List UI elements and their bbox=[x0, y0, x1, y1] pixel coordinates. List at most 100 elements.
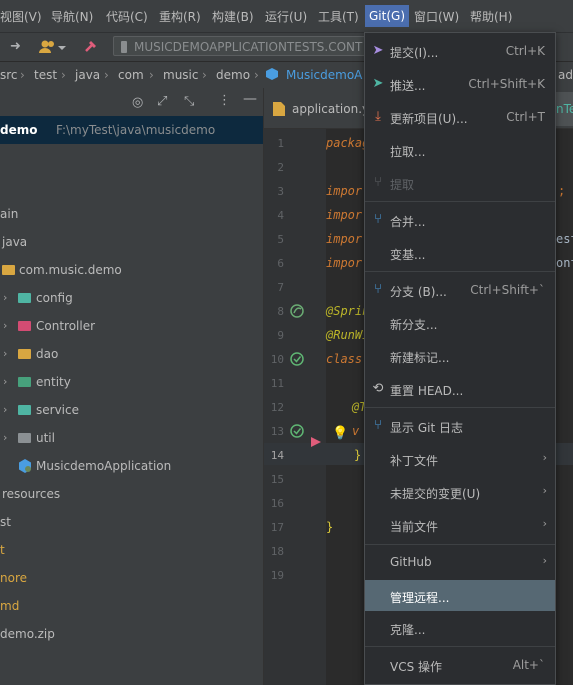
chevron-right-icon[interactable]: › bbox=[3, 291, 7, 304]
menu-help[interactable]: 帮助(H) bbox=[470, 8, 512, 25]
locate-icon[interactable]: ◎ bbox=[132, 95, 143, 110]
tree-item[interactable]: › config bbox=[0, 284, 263, 312]
tree-item-label: nore bbox=[0, 571, 27, 585]
menu-item-branches[interactable]: ⑂ 分支 (B)... Ctrl+Shift+` bbox=[365, 275, 555, 305]
menu-item-clone[interactable]: 克隆... bbox=[365, 613, 555, 643]
breadcrumb-src[interactable]: src bbox=[0, 68, 18, 82]
line-number: 16 bbox=[270, 497, 284, 510]
commit-icon: ➤ bbox=[372, 43, 384, 58]
line-number: 17 bbox=[270, 521, 284, 534]
menu-item-commit[interactable]: ➤ 提交(I)... Ctrl+K bbox=[365, 36, 555, 66]
chevron-right-icon[interactable]: › bbox=[3, 431, 7, 444]
tree-item-label: config bbox=[36, 291, 73, 305]
menu-build[interactable]: 构建(B) bbox=[212, 8, 254, 25]
log-icon: ⑂ bbox=[374, 418, 382, 433]
menu-item-vcs-operations[interactable]: VCS 操作 Alt+` bbox=[365, 650, 555, 680]
run-config-label: MUSICDEMOAPPLICATIONTESTS.CONT bbox=[134, 40, 363, 54]
menu-separator bbox=[365, 271, 555, 272]
menu-item-manage-remotes[interactable]: 管理远程... bbox=[365, 580, 555, 611]
tab-label: nTe bbox=[556, 102, 573, 116]
menu-code[interactable]: 代码(C) bbox=[106, 8, 148, 25]
menu-item-github[interactable]: GitHub › bbox=[365, 547, 555, 577]
tab-application-yml[interactable]: application.y bbox=[264, 92, 369, 126]
menu-item-current-file[interactable]: 当前文件 › bbox=[365, 510, 555, 540]
push-icon: ➤ bbox=[372, 76, 384, 91]
menu-item-new-branch[interactable]: 新分支... bbox=[365, 308, 555, 338]
menu-item-push[interactable]: ➤ 推送... Ctrl+Shift+K bbox=[365, 69, 555, 99]
tree-item[interactable]: › Controller bbox=[0, 312, 263, 340]
spring-bean-icon[interactable] bbox=[290, 304, 304, 318]
hammer-icon[interactable] bbox=[83, 38, 99, 54]
menu-item-merge[interactable]: ⑂ 合并... bbox=[365, 205, 555, 235]
code-line: class bbox=[326, 352, 363, 366]
breadcrumb-com[interactable]: com bbox=[118, 68, 144, 82]
chevron-right-icon[interactable]: › bbox=[3, 347, 7, 360]
lightbulb-icon[interactable]: 💡 bbox=[332, 426, 348, 441]
code-line: @RunWi bbox=[326, 328, 370, 342]
hide-panel-icon[interactable]: — bbox=[243, 91, 257, 107]
menu-git[interactable]: Git(G) bbox=[365, 5, 409, 27]
menu-item-rebase[interactable]: 变基... bbox=[365, 238, 555, 268]
code-line: @Sprin bbox=[326, 304, 370, 318]
tree-item[interactable]: com.music.demo bbox=[0, 256, 263, 284]
breadcrumb-class[interactable]: MusicdemoA bbox=[286, 68, 362, 82]
tree-item[interactable]: › dao bbox=[0, 340, 263, 368]
folder-icon bbox=[18, 405, 31, 415]
submenu-arrow-icon: › bbox=[542, 554, 547, 567]
menu-refactor[interactable]: 重构(R) bbox=[159, 8, 201, 25]
tree-item-label: demo.zip bbox=[0, 627, 55, 641]
breadcrumb-demo[interactable]: demo bbox=[216, 68, 250, 82]
run-configuration-selector[interactable]: MUSICDEMOAPPLICATIONTESTS.CONT bbox=[113, 36, 368, 56]
tree-root[interactable]: demo F:\myTest\java\musicdemo bbox=[0, 116, 263, 144]
code-line: packag bbox=[326, 136, 370, 150]
tree-item[interactable]: MusicdemoApplication bbox=[0, 452, 263, 480]
options-icon[interactable]: ⋮ bbox=[218, 93, 231, 108]
tree-item[interactable]: nore bbox=[0, 564, 263, 592]
menu-view[interactable]: 视图(V) bbox=[0, 8, 42, 25]
tree-item[interactable]: st bbox=[0, 508, 263, 536]
menu-tools[interactable]: 工具(T) bbox=[318, 8, 359, 25]
tree-item[interactable]: › entity bbox=[0, 368, 263, 396]
tab-active[interactable]: nTe bbox=[556, 92, 573, 126]
tree-item[interactable]: ain bbox=[0, 200, 263, 228]
menu-separator bbox=[365, 407, 555, 408]
tree-item[interactable]: demo.zip bbox=[0, 620, 263, 648]
collapse-all-icon[interactable]: ⤡ bbox=[184, 94, 194, 109]
chevron-right-icon[interactable]: › bbox=[3, 375, 7, 388]
line-number: 10 bbox=[270, 353, 284, 366]
menu-item-pull[interactable]: 拉取... bbox=[365, 135, 555, 165]
line-number: 14 bbox=[270, 449, 284, 462]
tree-item[interactable]: › util bbox=[0, 424, 263, 452]
menu-navigate[interactable]: 导航(N) bbox=[51, 8, 93, 25]
breadcrumb-java[interactable]: java bbox=[75, 68, 100, 82]
code-line: impor bbox=[326, 208, 363, 222]
tree-item-label: md bbox=[0, 599, 20, 613]
breadcrumb-separator: › bbox=[254, 68, 259, 82]
users-icon[interactable] bbox=[38, 38, 68, 56]
breakpoint-marker-icon[interactable] bbox=[311, 436, 321, 447]
breadcrumb-test[interactable]: test bbox=[34, 68, 57, 82]
tree-item[interactable]: › service bbox=[0, 396, 263, 424]
menu-item-new-tag[interactable]: 新建标记... bbox=[365, 341, 555, 371]
menu-window[interactable]: 窗口(W) bbox=[414, 8, 459, 25]
chevron-right-icon[interactable]: › bbox=[3, 403, 7, 416]
menu-run[interactable]: 运行(U) bbox=[265, 8, 307, 25]
run-test-icon[interactable] bbox=[290, 352, 304, 366]
tree-item[interactable]: md bbox=[0, 592, 263, 620]
menu-item-uncommitted-changes[interactable]: 未提交的变更(U) › bbox=[365, 477, 555, 507]
menu-item-show-git-log[interactable]: ⑂ 显示 Git 日志 bbox=[365, 411, 555, 441]
menu-item-reset-head[interactable]: ⟲ 重置 HEAD... bbox=[365, 374, 555, 404]
expand-all-icon[interactable]: ⤢ bbox=[157, 94, 167, 109]
chevron-right-icon[interactable]: › bbox=[3, 319, 7, 332]
folder-icon bbox=[18, 321, 31, 331]
forward-arrow-icon[interactable]: ➜ bbox=[10, 39, 21, 54]
tree-item[interactable]: resources bbox=[0, 480, 263, 508]
tree-item[interactable]: t bbox=[0, 536, 263, 564]
line-number: 18 bbox=[270, 545, 284, 558]
menu-item-patch-file[interactable]: 补丁文件 › bbox=[365, 444, 555, 474]
run-test-icon[interactable] bbox=[290, 424, 304, 438]
menu-item-update-project[interactable]: ⤓ 更新项目(U)... Ctrl+T bbox=[365, 102, 555, 132]
merge-icon: ⑂ bbox=[374, 212, 382, 227]
breadcrumb-music[interactable]: music bbox=[163, 68, 198, 82]
tree-item[interactable]: java bbox=[0, 228, 263, 256]
